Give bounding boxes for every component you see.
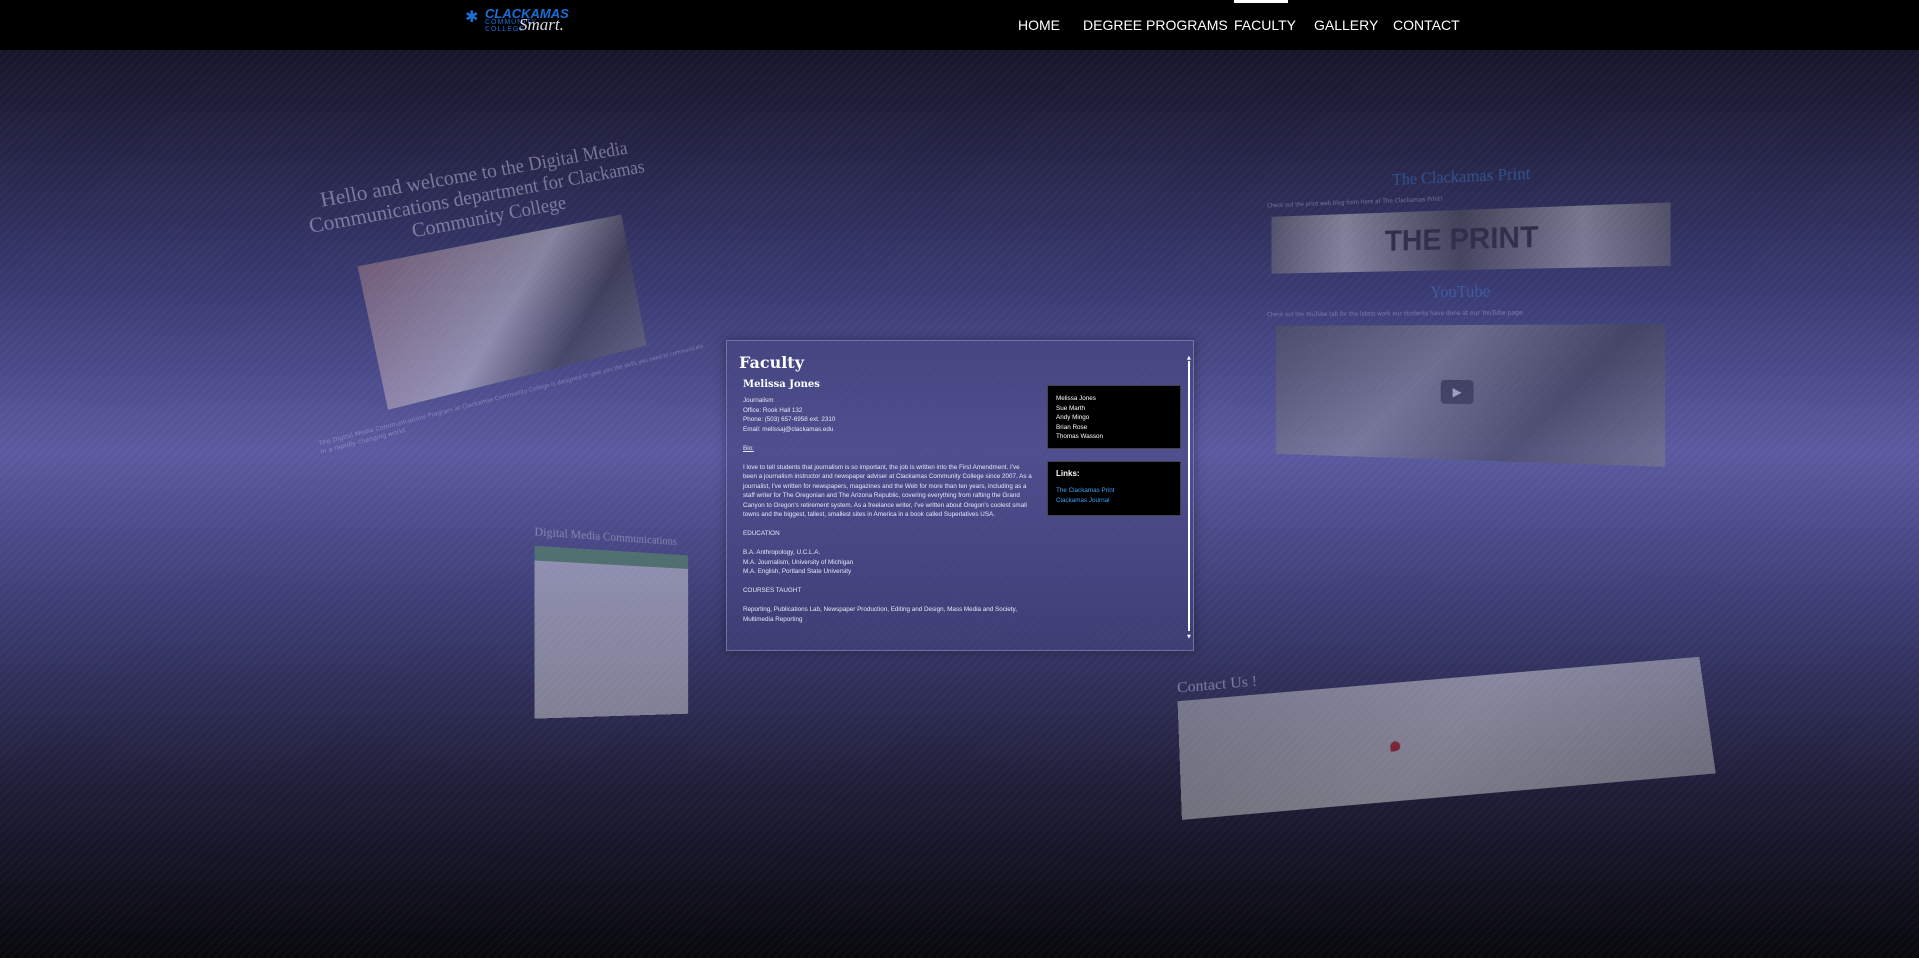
scrollbar-thumb[interactable] bbox=[1188, 361, 1190, 631]
link-clackamas-journal[interactable]: Clackamas Journal bbox=[1056, 496, 1180, 506]
nav-gallery[interactable]: GALLERY bbox=[1314, 17, 1378, 33]
faculty-phone: Phone: (503) 657-6958 ext. 2310 bbox=[743, 416, 836, 423]
clackamas-logo[interactable]: ✱ CLACKAMAS COMMUNITY COLLEGE Smart. bbox=[463, 5, 573, 35]
print-panel[interactable]: The Clackamas Print Check out the print … bbox=[1258, 143, 1686, 536]
play-icon[interactable]: ▶ bbox=[1440, 379, 1474, 405]
dmc-title: Digital Media Communications bbox=[534, 523, 677, 549]
top-nav: ✱ CLACKAMAS COMMUNITY COLLEGE Smart. HOM… bbox=[0, 0, 1919, 50]
link-clackamas-print[interactable]: The Clackamas Print bbox=[1056, 486, 1180, 496]
links-box: Links: The Clackamas Print Clackamas Jou… bbox=[1047, 461, 1181, 516]
dmc-panel[interactable]: Digital Media Communications bbox=[534, 524, 692, 796]
scroll-down-icon[interactable]: ▼ bbox=[1187, 634, 1191, 640]
faculty-heading: Faculty bbox=[739, 353, 804, 372]
youtube-video[interactable]: ▶ bbox=[1275, 324, 1666, 467]
logo-star-icon: ✱ bbox=[465, 7, 479, 26]
education-item: M.A. Journalism, University of Michigan bbox=[743, 558, 854, 566]
faculty-panel: Faculty Melissa Jones Journalism Office:… bbox=[726, 340, 1194, 651]
faculty-role: Journalism bbox=[743, 397, 774, 404]
faculty-list: Melissa Jones Sue Marth Andy Mingo Brian… bbox=[1047, 385, 1181, 449]
education-item: B.A. Anthropology, U.C.L.A. bbox=[743, 549, 821, 556]
nav-contact[interactable]: CONTACT bbox=[1393, 17, 1460, 33]
courses-taught: Reporting, Publications Lab, Newspaper P… bbox=[743, 606, 1017, 623]
faculty-list-item[interactable]: Thomas Wasson bbox=[1056, 432, 1180, 442]
education-label: EDUCATION bbox=[743, 530, 780, 537]
contact-panel[interactable]: Contact Us ! bbox=[1177, 636, 1720, 848]
youtube-title: YouTube bbox=[1430, 281, 1491, 302]
courses-label: COURSES TAUGHT bbox=[743, 587, 802, 594]
nav-faculty[interactable]: FACULTY bbox=[1234, 17, 1296, 33]
faculty-list-item[interactable]: Melissa Jones bbox=[1056, 394, 1180, 404]
dmc-screenshot[interactable] bbox=[534, 545, 689, 719]
map-pin-icon bbox=[1389, 740, 1401, 752]
nav-degree-programs[interactable]: DEGREE PROGRAMS bbox=[1083, 17, 1228, 33]
faculty-list-item[interactable]: Sue Marth bbox=[1056, 404, 1180, 414]
faculty-name: Melissa Jones bbox=[743, 379, 820, 390]
faculty-list-item[interactable]: Andy Mingo bbox=[1056, 413, 1180, 423]
welcome-panel[interactable]: Hello and welcome to the Digital Media C… bbox=[265, 130, 718, 512]
nav-active-indicator bbox=[1234, 0, 1288, 3]
faculty-office: Office: Rook Hall 132 bbox=[743, 406, 803, 414]
faculty-profile: Melissa Jones Journalism Office: Rook Ha… bbox=[743, 379, 1033, 634]
bio-label: Bio: bbox=[743, 444, 754, 452]
print-banner-image[interactable]: THE PRINT bbox=[1271, 202, 1671, 274]
education-item: M.A. English, Portland State University bbox=[743, 568, 852, 575]
youtube-subtitle: Check out the YouTube tab for the latest… bbox=[1267, 309, 1525, 319]
logo-script: Smart. bbox=[519, 15, 564, 34]
faculty-email[interactable]: Email: melissaj@clackamas.edu bbox=[743, 426, 833, 433]
faculty-scrollbar[interactable]: ▲ ▼ bbox=[1187, 355, 1191, 640]
faculty-bio: I love to tell students that journalism … bbox=[743, 463, 1032, 519]
nav-home[interactable]: HOME bbox=[1018, 17, 1060, 33]
links-title: Links: bbox=[1056, 469, 1080, 478]
faculty-list-item[interactable]: Brian Rose bbox=[1056, 423, 1180, 433]
